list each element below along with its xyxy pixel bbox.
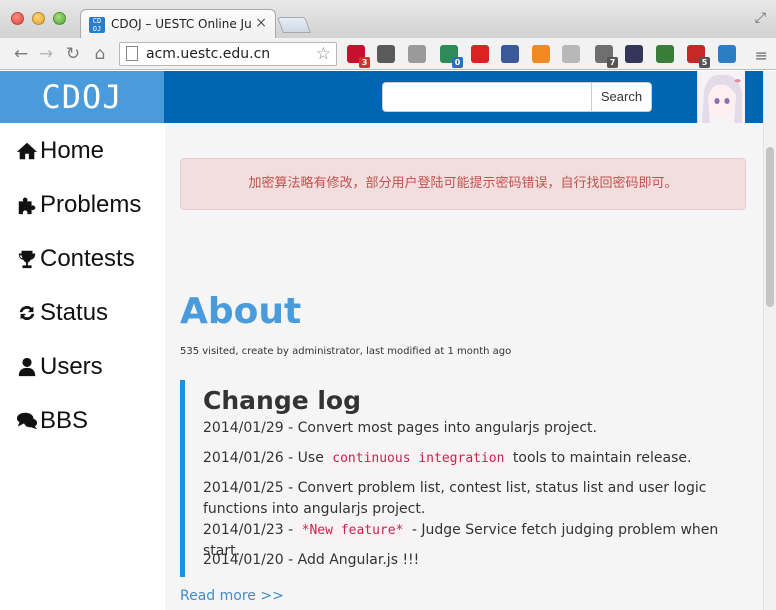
home-button-icon[interactable]: ⌂ — [89, 43, 111, 65]
entry-separator: - — [283, 420, 298, 436]
comments-icon — [14, 409, 40, 433]
brand-logo[interactable]: CDOJ — [0, 71, 164, 123]
sidebar-item-status[interactable]: Status — [14, 295, 108, 331]
entry-text: Add Angular.js !!! — [297, 552, 420, 568]
entry-date: 2014/01/20 — [203, 552, 284, 568]
page-icon — [126, 46, 138, 61]
browser-toolbar: ← → ↻ ⌂ acm.uestc.edu.cn ☆ 3 0 7 5 ≡ — [0, 38, 776, 70]
entry-text: Convert most pages into angularjs projec… — [297, 420, 597, 436]
tab-title: CDOJ – UESTC Online Judge — [111, 17, 251, 31]
address-url: acm.uestc.edu.cn — [146, 46, 271, 62]
puzzle-icon — [14, 193, 40, 217]
reload-icon[interactable]: ↻ — [62, 43, 84, 65]
top-navbar: CDOJ Search — [0, 71, 763, 123]
extension-badge: 3 — [359, 57, 370, 68]
user-icon — [14, 355, 40, 379]
entry-text: Use — [297, 450, 329, 466]
home-icon — [14, 139, 40, 163]
fullscreen-icon[interactable]: ⤢ — [755, 10, 766, 26]
entry-date: 2014/01/25 — [203, 480, 284, 496]
sidebar-item-label: BBS — [40, 407, 89, 434]
entry-text-after: tools to maintain release. — [508, 450, 692, 466]
extension-badge: 5 — [699, 57, 710, 68]
sidebar-item-home[interactable]: Home — [14, 133, 104, 169]
window-close-button[interactable] — [11, 12, 24, 25]
entry-date: 2014/01/26 — [203, 450, 284, 466]
page-viewport: CDOJ Search Home Problems Contests Statu… — [0, 71, 763, 610]
sidebar-item-contests[interactable]: Contests — [14, 241, 135, 277]
page-scrollbar[interactable] — [763, 71, 776, 610]
trophy-icon — [14, 247, 40, 271]
user-avatar[interactable] — [697, 71, 745, 123]
sidebar-item-problems[interactable]: Problems — [14, 187, 141, 223]
changelog-entry: 2014/01/26 - Use continuous integration … — [203, 448, 753, 469]
entry-date: 2014/01/23 — [203, 522, 284, 538]
back-arrow-icon[interactable]: ← — [10, 43, 32, 65]
sidebar-item-label: Contests — [40, 245, 135, 272]
search-input[interactable] — [382, 82, 592, 112]
bell-extension-icon[interactable] — [562, 45, 580, 63]
entry-code: continuous integration — [328, 450, 509, 467]
browser-titlebar: CD OJ CDOJ – UESTC Online Judge × ⤢ — [0, 0, 776, 39]
entry-separator: - — [283, 480, 298, 496]
changelog-block: Change log 2014/01/29 - Convert most pag… — [180, 380, 755, 577]
page-meta: 535 visited, create by administrator, la… — [180, 346, 512, 357]
rss-extension-icon[interactable] — [532, 45, 550, 63]
extension-badge: 0 — [452, 57, 463, 68]
page-title: About — [180, 291, 302, 332]
read-more-link[interactable]: Read more >> — [180, 588, 284, 604]
facebook-extension-icon[interactable] — [501, 45, 519, 63]
window-maximize-button[interactable] — [53, 12, 66, 25]
entry-separator: - — [283, 522, 298, 538]
cdoj-favicon-icon: CD OJ — [89, 17, 105, 33]
window-minimize-button[interactable] — [32, 12, 45, 25]
speedometer-extension-icon[interactable] — [625, 45, 643, 63]
flickr-extension-icon[interactable] — [377, 45, 395, 63]
extension-badge: 7 — [607, 57, 618, 68]
changelog-entry: 2014/01/25 - Convert problem list, conte… — [203, 478, 753, 520]
entry-code: *New feature* — [297, 522, 408, 539]
sidebar-item-label: Problems — [40, 191, 142, 218]
entry-separator: - — [283, 552, 298, 568]
bookmark-star-icon[interactable]: ☆ — [316, 44, 331, 64]
adblock-extension-icon[interactable] — [471, 45, 489, 63]
sidebar-item-users[interactable]: Users — [14, 349, 103, 385]
new-tab-button[interactable] — [277, 17, 311, 33]
proxy-extension-icon[interactable] — [408, 45, 426, 63]
changelog-entry: 2014/01/20 - Add Angular.js !!! — [203, 550, 753, 571]
circle-extension-icon[interactable] — [718, 45, 736, 63]
address-bar[interactable]: acm.uestc.edu.cn ☆ — [119, 42, 337, 66]
lastpass-extension-icon[interactable]: 3 — [347, 45, 370, 68]
changelog-title: Change log — [203, 386, 362, 415]
forward-arrow-icon[interactable]: → — [35, 43, 57, 65]
sidebar-item-label: Home — [40, 137, 105, 164]
entry-separator: - — [283, 450, 298, 466]
color-wheel-extension-icon[interactable] — [656, 45, 674, 63]
scrollbar-thumb[interactable] — [766, 147, 774, 307]
main-content: 加密算法略有修改，部分用户登陆可能提示密码错误，自行找回密码即可。 About … — [165, 123, 763, 610]
alert-banner: 加密算法略有修改，部分用户登陆可能提示密码错误，自行找回密码即可。 — [180, 158, 746, 210]
puzzle-extension-icon[interactable]: 5 — [687, 45, 710, 68]
html5-extension-icon[interactable]: 0 — [440, 45, 463, 68]
screenshot-extension-icon[interactable]: 7 — [595, 45, 618, 68]
refresh-icon — [14, 301, 40, 325]
search-button[interactable]: Search — [591, 82, 652, 112]
browser-tab[interactable]: CD OJ CDOJ – UESTC Online Judge × — [80, 9, 276, 39]
sidebar-item-label: Status — [40, 299, 109, 326]
tab-close-icon[interactable]: × — [255, 15, 267, 31]
changelog-entry: 2014/01/29 - Convert most pages into ang… — [203, 418, 753, 439]
sidebar-item-bbs[interactable]: BBS — [14, 403, 88, 439]
chrome-menu-icon[interactable]: ≡ — [755, 46, 768, 65]
entry-date: 2014/01/29 — [203, 420, 284, 436]
sidebar: Home Problems Contests Status Users BBS — [0, 123, 165, 610]
sidebar-item-label: Users — [40, 353, 103, 380]
